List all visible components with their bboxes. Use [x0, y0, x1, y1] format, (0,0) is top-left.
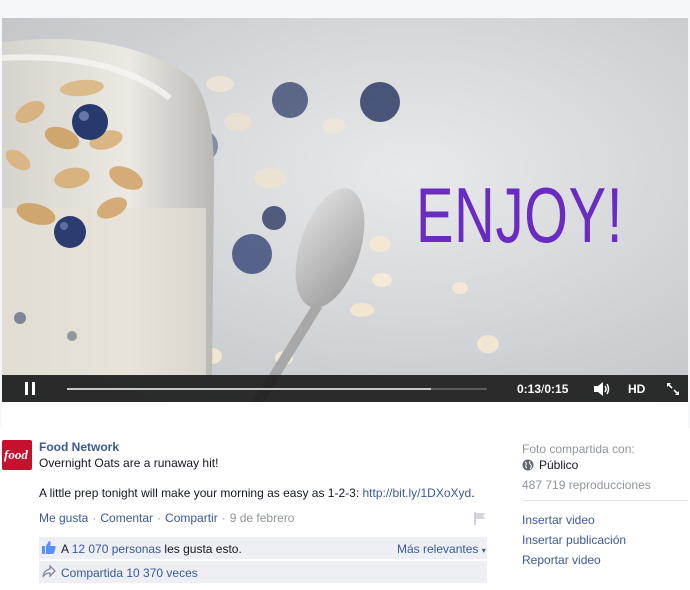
share-link[interactable]: Compartir [165, 511, 218, 525]
view-count: 487 719 reproducciones [522, 478, 651, 492]
thumbs-up-icon [42, 541, 56, 554]
post-date[interactable]: 9 de febrero [230, 511, 295, 525]
shared-with-label: Foto compartida con: [522, 442, 635, 456]
top-gap [0, 0, 690, 18]
sort-label: Más relevantes [397, 542, 479, 556]
duration: 0:15 [544, 382, 569, 396]
post-caption-line2: A little prep tonight will make your mor… [39, 486, 475, 500]
video-player[interactable]: ENJOY! 0:13/0:15 HD [2, 18, 688, 402]
food-network-logo[interactable]: food [2, 440, 32, 470]
audience-label[interactable]: Público [539, 458, 578, 472]
caption-period: . [471, 486, 475, 500]
likes-prefix: A [61, 542, 72, 556]
comment-link[interactable]: Comentar [100, 511, 153, 525]
shares-text[interactable]: Compartida 10 370 veces [61, 566, 198, 580]
likes-count-link[interactable]: 12 070 personas [72, 542, 161, 556]
caption-link[interactable]: http://bit.ly/1DXoXyd [362, 486, 471, 500]
hd-toggle[interactable]: HD [628, 382, 645, 396]
video-bottom-bar [2, 402, 688, 428]
separator-dot: · [157, 511, 162, 525]
sidebar-divider [522, 500, 688, 501]
post-actions: Me gusta · Comentar · Compartir · 9 de febrero [39, 511, 294, 525]
post-caption-line1: Overnight Oats are a runaway hit! [39, 456, 219, 470]
post-author[interactable]: Food Network [39, 440, 119, 454]
sort-dropdown[interactable]: Más relevantes ▾ [397, 542, 486, 556]
chevron-down-icon: ▾ [481, 546, 486, 555]
globe-icon [522, 459, 534, 471]
time-display: 0:13/0:15 [517, 382, 568, 396]
logo-text: food [4, 447, 28, 462]
volume-icon[interactable] [593, 381, 611, 397]
report-video-link[interactable]: Reportar video [522, 553, 601, 567]
separator-dot: · [92, 511, 97, 525]
flag-icon[interactable] [473, 512, 487, 525]
likes-text: A 12 070 personas les gusta esto. [61, 542, 242, 556]
caption-text: A little prep tonight will make your mor… [39, 486, 363, 500]
shares-summary: Compartida 10 370 veces [39, 561, 487, 583]
progress-fill [67, 388, 432, 390]
embed-post-link[interactable]: Insertar publicación [522, 533, 626, 547]
likes-summary: A 12 070 personas les gusta esto. Más re… [39, 537, 487, 559]
video-overlay-title: ENJOY! [416, 171, 624, 259]
current-time: 0:13 [517, 382, 542, 396]
like-link[interactable]: Me gusta [39, 511, 88, 525]
progress-bar[interactable] [67, 388, 487, 390]
embed-video-link[interactable]: Insertar video [522, 513, 595, 527]
video-controls: 0:13/0:15 HD [2, 375, 688, 402]
fullscreen-icon[interactable] [666, 382, 680, 396]
share-icon [42, 565, 56, 578]
pause-icon[interactable] [24, 382, 36, 395]
likes-suffix: les gusta esto. [161, 542, 242, 556]
separator-dot: · [221, 511, 226, 525]
